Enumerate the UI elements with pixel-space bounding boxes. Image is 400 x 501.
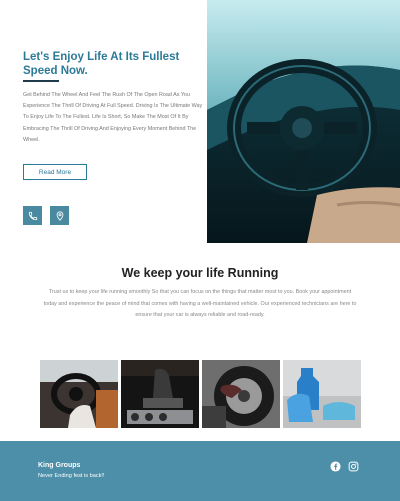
instagram-link[interactable] [348,461,359,472]
facebook-icon [330,461,341,472]
title-underline [23,80,59,82]
footer: King Groups Never Ending fest is back!! [0,441,400,501]
footer-tagline: Never Ending fest is back!! [38,473,105,479]
hero-section: Let's Enjoy Life At Its Fullest Speed No… [0,0,400,245]
instagram-icon [348,461,359,472]
gallery-image-car-cleaning [283,360,361,428]
facebook-link[interactable] [330,461,341,472]
phone-button[interactable] [23,206,42,225]
gallery-image-driver [40,360,118,428]
location-pin-icon [56,210,63,221]
phone-icon [28,211,37,220]
footer-brand: King Groups [38,462,81,469]
read-more-button[interactable]: Read More [23,164,87,180]
section-description: Trust us to keep your life running smoot… [43,289,357,318]
gallery-image-tire-service [202,360,280,428]
section-title: We keep your life Running [121,266,279,280]
hero-description: Get Behind The Wheel And Feel The Rush O… [23,92,203,143]
gallery-image-gear-shifter [121,360,199,428]
steering-wheel-photo [207,0,400,243]
hero-car-interior-image [207,0,400,243]
location-button[interactable] [50,206,69,225]
hero-title: Let's Enjoy Life At Its Fullest Speed No… [23,51,180,77]
